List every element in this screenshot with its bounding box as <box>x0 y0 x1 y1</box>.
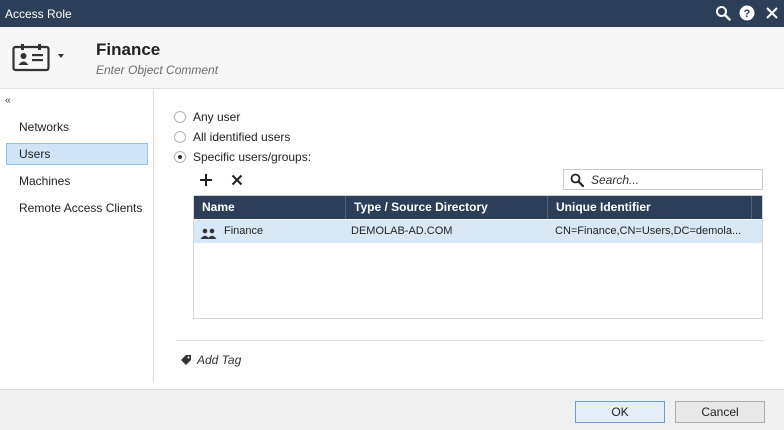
radio-button[interactable] <box>174 111 186 123</box>
object-comment[interactable]: Enter Object Comment <box>96 63 218 77</box>
svg-text:?: ? <box>744 8 751 20</box>
sidebar-item-machines[interactable]: Machines <box>6 170 148 192</box>
search-input[interactable] <box>591 172 759 188</box>
id-card-icon[interactable] <box>12 42 50 72</box>
cell-uid: CN=Finance,CN=Users,DC=demola... <box>555 225 742 237</box>
radio-any-user[interactable]: Any user <box>174 110 240 124</box>
sidebar-item-remote-access-clients[interactable]: Remote Access Clients <box>6 197 148 219</box>
collapse-sidebar-icon[interactable]: « <box>5 95 10 106</box>
column-header-uid[interactable]: Unique Identifier <box>548 196 752 219</box>
radio-button-checked[interactable] <box>174 151 186 163</box>
group-icon <box>200 220 222 243</box>
sidebar-item-networks[interactable]: Networks <box>6 116 148 138</box>
radio-specific-users-groups[interactable]: Specific users/groups: <box>174 150 311 164</box>
radio-all-identified-users[interactable]: All identified users <box>174 130 290 144</box>
cell-name: Finance <box>224 225 264 237</box>
object-header: Finance Enter Object Comment <box>0 27 784 89</box>
column-header-type[interactable]: Type / Source Directory <box>346 196 548 219</box>
add-tag-button[interactable]: Add Tag <box>180 353 241 367</box>
help-icon[interactable]: ? <box>738 4 756 22</box>
object-name[interactable]: Finance <box>96 40 160 60</box>
remove-icon[interactable] <box>228 171 246 189</box>
dialog-footer: OK Cancel <box>0 389 784 430</box>
close-icon[interactable] <box>763 4 781 22</box>
sidebar: « Networks Users Machines Remote Access … <box>0 89 154 383</box>
chevron-down-icon[interactable] <box>58 54 64 58</box>
radio-label: All identified users <box>193 130 291 144</box>
table-header: Name Type / Source Directory Unique Iden… <box>194 196 762 219</box>
title-bar: Access Role ? <box>0 0 784 27</box>
table-row[interactable]: Finance DEMOLAB-AD.COM CN=Finance,CN=Use… <box>194 220 762 243</box>
radio-label: Any user <box>193 110 241 124</box>
cancel-button[interactable]: Cancel <box>675 401 765 423</box>
search-box[interactable] <box>563 169 763 190</box>
column-header-name[interactable]: Name <box>194 196 346 219</box>
radio-label: Specific users/groups: <box>193 150 312 164</box>
window-title: Access Role <box>5 7 72 21</box>
search-icon <box>570 173 585 188</box>
search-icon[interactable] <box>714 4 732 22</box>
sidebar-item-users[interactable]: Users <box>6 143 148 165</box>
ok-button[interactable]: OK <box>575 401 665 423</box>
tag-icon <box>180 354 192 366</box>
radio-button[interactable] <box>174 131 186 143</box>
users-table: Name Type / Source Directory Unique Iden… <box>193 195 763 319</box>
add-tag-label: Add Tag <box>197 353 242 367</box>
add-icon[interactable] <box>197 171 215 189</box>
cell-type: DEMOLAB-AD.COM <box>351 225 453 237</box>
divider <box>176 340 764 341</box>
